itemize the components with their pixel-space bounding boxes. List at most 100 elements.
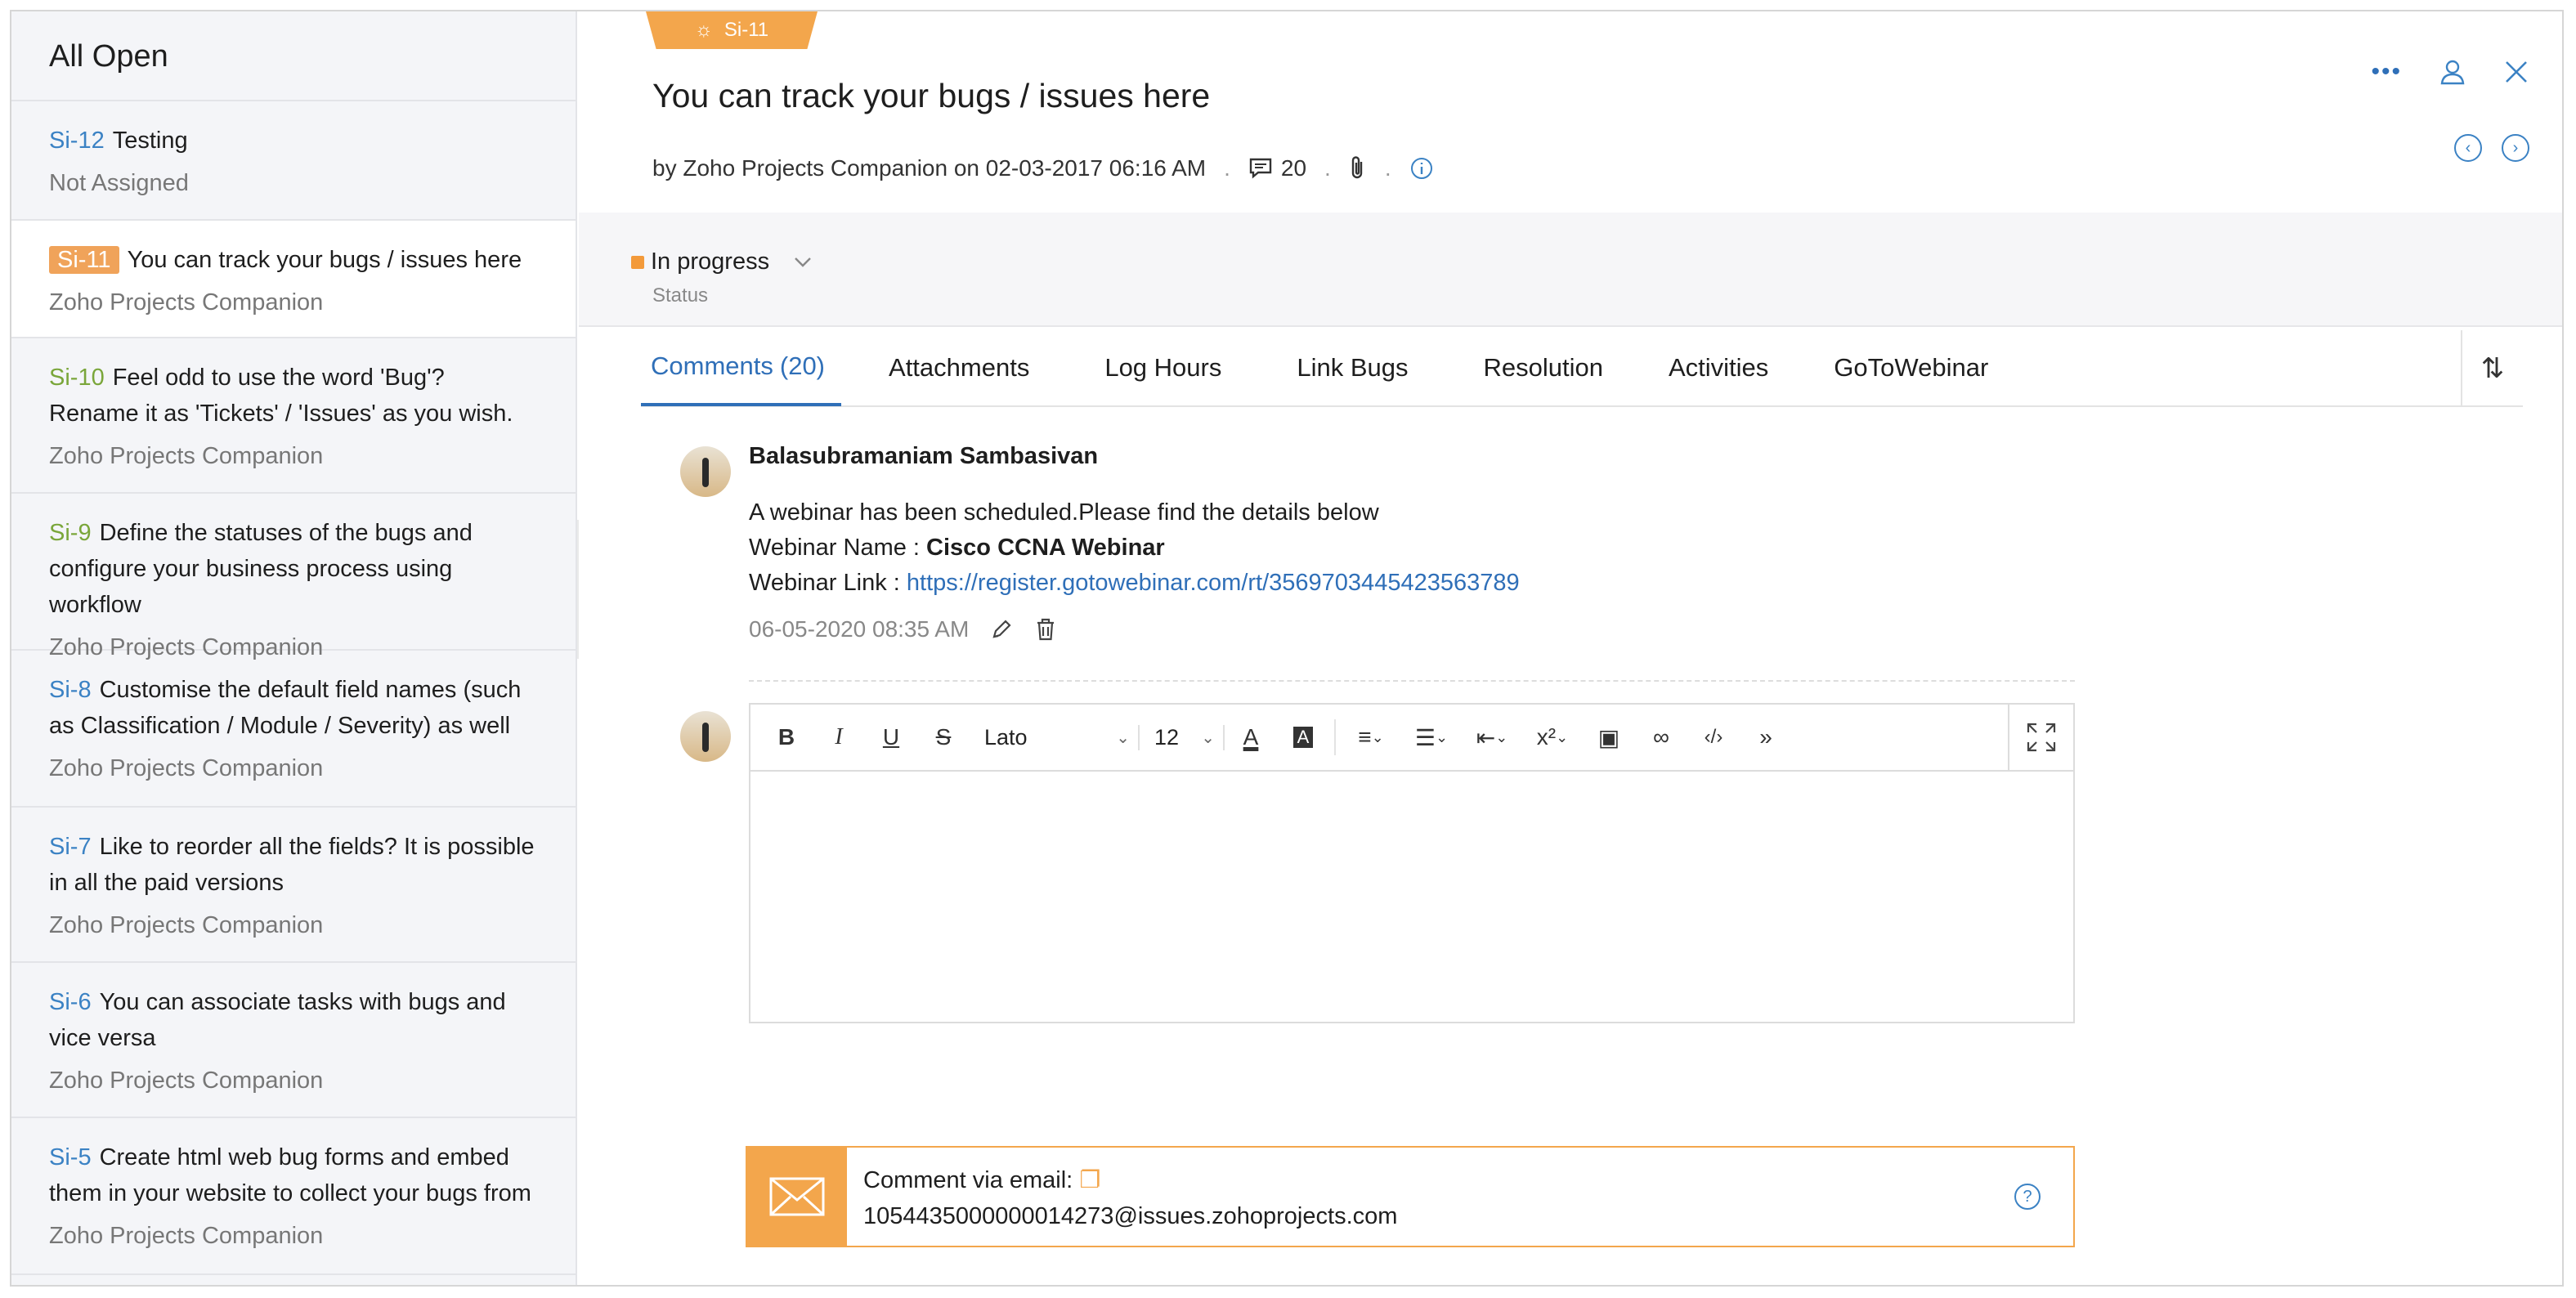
font-size-value: 12 [1154, 724, 1180, 750]
status-dropdown[interactable]: In progress [631, 248, 817, 275]
font-size-select[interactable]: 12 ⌄ [1146, 724, 1225, 750]
issue-key[interactable]: Si-9 [49, 520, 92, 546]
superscript-button[interactable]: x² ⌄ [1522, 713, 1583, 762]
next-issue-button[interactable]: › [2502, 134, 2529, 162]
attachment-icon[interactable] [1349, 155, 1367, 181]
tab-attachments[interactable]: Attachments [889, 329, 1029, 406]
sort-icon: ⇅ [2480, 353, 2505, 384]
issue-created-by: by Zoho Projects Companion on 02-03-2017… [652, 155, 1207, 181]
tab-link-bugs[interactable]: Link Bugs [1297, 329, 1408, 406]
email-address[interactable]: 1054435000000014273@issues.zohoprojects.… [863, 1198, 1397, 1234]
indent-button[interactable]: ⇤ ⌄ [1462, 713, 1522, 762]
copy-icon[interactable]: ❐ [1079, 1167, 1100, 1193]
status-section: In progress Status [579, 213, 2562, 327]
more-options-icon[interactable]: ••• [2371, 58, 2402, 86]
issue-key[interactable]: Si-5 [49, 1144, 92, 1170]
expand-editor-button[interactable] [2008, 705, 2073, 770]
comment-body: A webinar has been scheduled.Please find… [749, 495, 1520, 601]
issue-navigation: ‹ › [2454, 134, 2529, 162]
chevron-down-icon: ⌄ [1116, 728, 1130, 747]
comment-time-row: 06-05-2020 08:35 AM [749, 616, 1057, 642]
link-icon[interactable]: ∞ [1635, 713, 1687, 762]
comment-count[interactable]: 20 [1248, 155, 1306, 181]
tab-log-hours[interactable]: Log Hours [1104, 329, 1221, 406]
tab-activities[interactable]: Activities [1669, 329, 1768, 406]
comment-count-value: 20 [1280, 155, 1307, 181]
issue-title: Testing [112, 128, 188, 154]
issue-meta: by Zoho Projects Companion on 02-03-2017… [652, 155, 1434, 181]
text-color-button[interactable]: A [1225, 713, 1277, 762]
edit-icon[interactable] [990, 618, 1013, 641]
issue-key[interactable]: Si-12 [49, 128, 105, 154]
email-label: Comment via email: [863, 1167, 1073, 1193]
issue-tag-label: Si-11 [724, 19, 769, 41]
list-item-si-10[interactable]: Si-10 Feel odd to use the word 'Bug'? Ren… [11, 338, 576, 494]
issue-key[interactable]: Si-8 [49, 677, 92, 703]
image-icon[interactable]: ▣ [1583, 713, 1635, 762]
bold-button[interactable]: B [760, 713, 813, 762]
list-item-si-7[interactable]: Si-7 Like to reorder all the fields? It i… [11, 808, 576, 963]
delete-icon[interactable] [1034, 617, 1057, 642]
avatar [680, 711, 731, 762]
list-item-si-11[interactable]: Si-11 You can track your bugs / issues he… [11, 221, 576, 338]
issue-title[interactable]: You can track your bugs / issues here [652, 77, 1210, 115]
chevron-down-icon [795, 257, 811, 267]
list-item-si-12[interactable]: Si-12 Testing Not Assigned [11, 101, 576, 221]
issue-assignee: Not Assigned [49, 170, 189, 196]
more-tools-icon[interactable]: » [1740, 713, 1792, 762]
follow-user-icon[interactable] [2438, 57, 2467, 87]
help-icon[interactable]: ? [2014, 1184, 2041, 1210]
issue-key[interactable]: Si-7 [49, 834, 92, 860]
status-value: In progress [651, 248, 770, 275]
list-item-si-6[interactable]: Si-6 You can associate tasks with bugs an… [11, 963, 576, 1118]
previous-issue-button[interactable]: ‹ [2454, 134, 2482, 162]
info-icon[interactable] [1409, 156, 1434, 181]
highlight-color-button[interactable]: A [1277, 713, 1329, 762]
issue-key[interactable]: Si-11 [49, 246, 119, 274]
issue-title: You can track your bugs / issues here [127, 247, 522, 273]
issue-title: Feel odd to use the word 'Bug'? Rename i… [49, 365, 513, 427]
chevron-left-icon: ‹ [2465, 138, 2471, 157]
comment-divider [749, 680, 2075, 682]
issue-key[interactable]: Si-10 [49, 365, 105, 391]
webinar-link[interactable]: https://register.gotowebinar.com/rt/3569… [907, 570, 1520, 596]
issue-title: Create html web bug forms and embed them… [49, 1144, 531, 1206]
underline-button[interactable]: U [865, 713, 917, 762]
status-label: Status [652, 284, 709, 307]
tab-resolution[interactable]: Resolution [1484, 329, 1603, 406]
issue-key[interactable]: Si-6 [49, 989, 92, 1015]
issue-title: Customise the default field names (such … [49, 677, 522, 739]
webinar-link-label: Webinar Link : [749, 570, 907, 596]
webinar-name: Cisco CCNA Webinar [926, 535, 1165, 561]
sidebar-title: All Open [11, 11, 576, 101]
italic-button[interactable]: I [813, 713, 865, 762]
comment-via-email-box: Comment via email: ❐ 1054435000000014273… [746, 1146, 2075, 1247]
comment-author: Balasubramaniam Sambasivan [749, 443, 1099, 469]
avatar [680, 446, 731, 497]
sort-button[interactable]: ⇅ [2461, 330, 2523, 407]
issue-title: Define the statuses of the bugs and conf… [49, 520, 473, 618]
tab-label: Comments [651, 351, 773, 380]
tab-count: (20) [779, 351, 826, 380]
list-item-si-5[interactable]: Si-5 Create html web bug forms and embed … [11, 1118, 576, 1275]
issue-assignee: Zoho Projects Companion [49, 755, 324, 781]
strikethrough-button[interactable]: S [917, 713, 970, 762]
issue-assignee: Zoho Projects Companion [49, 1223, 324, 1249]
tab-comments[interactable]: Comments (20) [641, 329, 842, 406]
editor-textarea[interactable] [750, 772, 2073, 1022]
list-button[interactable]: ☰ ⌄ [1401, 713, 1462, 762]
list-item-si-9[interactable]: Si-9 Define the statuses of the bugs and … [11, 494, 576, 660]
align-button[interactable]: ≡ ⌄ [1341, 713, 1401, 762]
list-item-si-8[interactable]: Si-8 Customise the default field names (s… [11, 651, 576, 808]
comment-editor: B I U S Lato ⌄ 12 ⌄ A A ≡ ⌄ ☰ ⌄ ⇤ ⌄ x² ⌄ ▣ ∞ ‹… [749, 703, 2075, 1023]
close-icon[interactable] [2503, 59, 2529, 85]
font-family-select[interactable]: Lato ⌄ [976, 724, 1140, 750]
issue-list-sidebar: All Open Si-12 Testing Not Assigned Si-11… [11, 11, 577, 1285]
issue-assignee: Zoho Projects Companion [49, 289, 324, 316]
tab-gotowebinar[interactable]: GoToWebinar [1834, 329, 1988, 406]
mail-icon [747, 1148, 847, 1246]
font-family-value: Lato [984, 724, 1028, 750]
code-icon[interactable]: ‹/› [1687, 713, 1740, 762]
separator-dot: . [1384, 155, 1391, 181]
comment-icon [1249, 158, 1272, 179]
